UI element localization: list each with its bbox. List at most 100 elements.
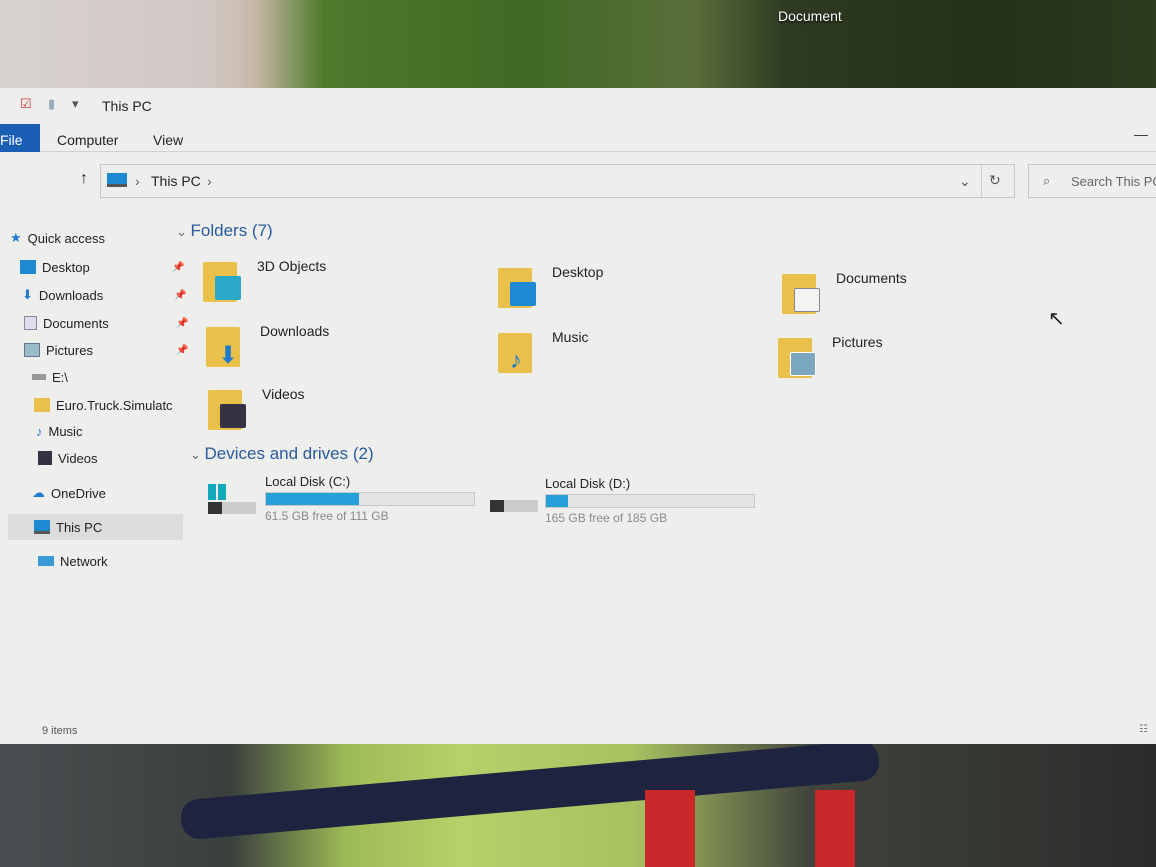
folder-label: Music — [552, 329, 589, 345]
folder-pictures[interactable]: Pictures — [778, 334, 883, 382]
music-icon: ♪ — [36, 423, 43, 439]
new-folder-icon[interactable]: ▮ — [48, 96, 55, 112]
mouse-cursor: ↖ — [1048, 308, 1065, 330]
folder-label: 3D Objects — [257, 258, 327, 274]
network-icon — [38, 556, 54, 566]
desktop-icon-document[interactable]: Document — [778, 8, 842, 24]
sidebar-item-label: Network — [60, 553, 108, 569]
drive-name: Local Disk (C:) — [265, 474, 351, 489]
folder-label: Documents — [836, 270, 907, 286]
search-input[interactable]: ⌕ Search This PC — [1028, 164, 1156, 198]
sidebar-item-network[interactable]: Network — [38, 548, 221, 574]
picture-icon — [24, 343, 40, 357]
drive-name: Local Disk (D:) — [545, 476, 631, 491]
search-placeholder: Search This PC — [1071, 174, 1156, 189]
music-folder-icon: ♪ — [498, 329, 542, 377]
documents-folder-icon — [782, 270, 826, 318]
sidebar-item-euro-truck[interactable]: Euro.Truck.Simulatc — [34, 392, 217, 418]
video-icon — [38, 451, 52, 465]
sidebar-item-desktop[interactable]: Desktop 📌 — [20, 254, 203, 280]
drive-icon — [490, 500, 538, 512]
wallpaper-post — [815, 790, 855, 867]
sidebar-item-label: Desktop — [42, 259, 90, 275]
folders-group-header[interactable]: ⌄ Folders (7) — [176, 221, 273, 241]
sidebar-item-label: Euro.Truck.Simulatc — [56, 397, 173, 413]
document-icon — [24, 316, 37, 330]
sidebar-item-label: E:\ — [52, 369, 68, 385]
title-bar: ☑ ▮ ▾ This PC — — [0, 88, 1156, 142]
refresh-icon[interactable]: ↻ — [989, 172, 1001, 189]
sidebar-item-label: This PC — [56, 519, 103, 535]
sidebar-item-this-pc[interactable]: This PC — [8, 514, 183, 540]
properties-icon[interactable]: ☑ — [20, 96, 32, 112]
address-bar[interactable]: › This PC › ⌄ ↻ — [100, 164, 1015, 198]
chevron-down-icon: ⌄ — [190, 447, 205, 462]
sidebar-item-quick-access[interactable]: ★ Quick access — [10, 225, 193, 251]
drive-usage-fill — [546, 495, 569, 507]
desktop-folder-icon — [498, 264, 542, 312]
folder-label: Pictures — [832, 334, 883, 350]
sidebar-item-label: Music — [48, 423, 83, 439]
status-bar-item-count: 9 items — [42, 725, 78, 737]
drives-header-label: Devices and drives (2) — [204, 444, 374, 463]
drive-usage-bar — [265, 492, 475, 506]
drive-usage-fill — [266, 493, 359, 505]
sidebar-item-pictures[interactable]: Pictures 📌 — [24, 337, 207, 363]
chevron-down-icon: ⌄ — [176, 224, 191, 239]
sidebar-item-label: Downloads — [38, 287, 104, 303]
customize-toolbar-icon[interactable]: ▾ — [72, 96, 79, 112]
folder-icon — [34, 398, 50, 412]
navigation-bar: ↑ › This PC › ⌄ ↻ ⌕ Search This PC — [0, 160, 1156, 200]
sidebar-item-label: Videos — [58, 450, 98, 466]
windows-drive-icon — [208, 484, 258, 518]
computer-icon — [34, 520, 50, 534]
pin-icon[interactable]: 📌 — [176, 345, 188, 356]
file-explorer-window: ☑ ▮ ▾ This PC — File Computer View ↑ › T… — [0, 88, 1156, 744]
sidebar-item-e-drive[interactable]: E:\ — [32, 364, 215, 390]
window-title: This PC — [102, 98, 152, 114]
folder-label: Downloads — [260, 323, 330, 339]
folder-documents[interactable]: Documents — [782, 270, 907, 318]
drive-usage-bar — [545, 494, 755, 508]
wallpaper-post — [645, 790, 695, 867]
search-icon: ⌕ — [1043, 173, 1051, 188]
pin-icon[interactable]: 📌 — [172, 262, 184, 273]
folder-label: Videos — [262, 386, 305, 402]
sidebar-item-label: Documents — [43, 315, 109, 331]
pin-icon[interactable]: 📌 — [176, 318, 188, 329]
drives-group-header[interactable]: ⌄ Devices and drives (2) — [190, 444, 374, 464]
download-icon: ⬇ — [22, 287, 33, 302]
drive-icon — [32, 374, 46, 380]
folder-desktop[interactable]: Desktop — [498, 264, 603, 312]
drive-free-space: 61.5 GB free of 111 GB — [265, 509, 389, 523]
drive-free-space: 165 GB free of 185 GB — [545, 511, 668, 525]
folder-videos[interactable]: Videos — [208, 386, 305, 434]
folder-music[interactable]: ♪ Music — [498, 329, 589, 377]
sidebar-item-music[interactable]: ♪ Music — [36, 418, 219, 444]
folders-header-label: Folders (7) — [190, 221, 273, 240]
sidebar-item-documents[interactable]: Documents 📌 — [24, 310, 207, 336]
desktop-icon — [20, 260, 36, 274]
details-view-icon[interactable]: ☷ — [1139, 724, 1148, 735]
folder-downloads[interactable]: ⬇ Downloads — [206, 323, 329, 371]
sidebar-item-label: Pictures — [46, 342, 93, 358]
sidebar-item-downloads[interactable]: ⬇ Downloads 📌 — [22, 282, 205, 308]
folder-label: Desktop — [552, 264, 604, 280]
sidebar-item-onedrive[interactable]: ☁ OneDrive — [32, 480, 215, 506]
up-arrow-icon[interactable]: ↑ — [80, 170, 88, 188]
cloud-icon: ☁ — [32, 485, 45, 500]
pictures-folder-icon — [778, 334, 822, 382]
computer-icon — [107, 173, 127, 187]
chevron-down-icon[interactable]: ⌄ — [959, 173, 971, 190]
sidebar-item-label: OneDrive — [51, 485, 106, 501]
tab-file[interactable]: File — [0, 124, 40, 152]
downloads-folder-icon: ⬇ — [206, 323, 250, 371]
tab-computer[interactable]: Computer — [57, 132, 118, 148]
star-icon: ★ — [10, 230, 22, 245]
pin-icon[interactable]: 📌 — [174, 290, 186, 301]
tab-view[interactable]: View — [153, 132, 183, 148]
videos-folder-icon — [208, 386, 252, 434]
folder-3d-objects[interactable]: 3D Objects — [203, 258, 326, 306]
ribbon: File Computer View — [0, 122, 1156, 152]
breadcrumb-this-pc[interactable]: This PC — [151, 173, 201, 189]
